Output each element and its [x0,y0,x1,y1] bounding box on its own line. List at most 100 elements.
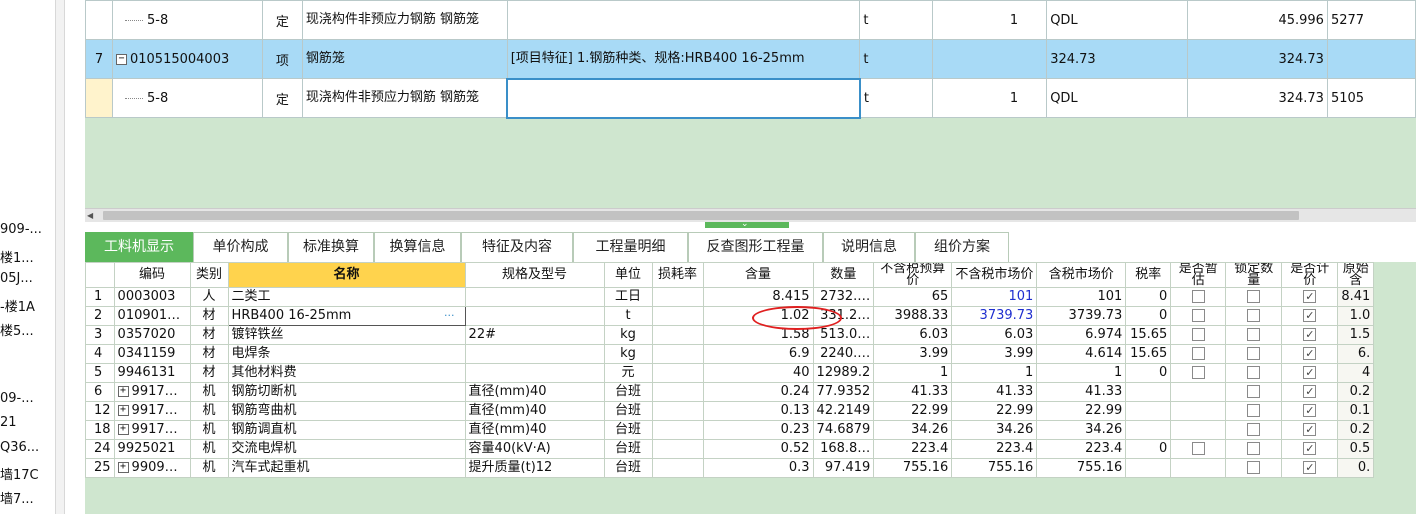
priced-checkbox[interactable]: ✓ [1303,385,1317,398]
resource-market-price[interactable]: 34.26 [951,420,1038,440]
resource-name[interactable]: 钢筋弯曲机 [227,401,466,421]
column-header[interactable] [85,262,115,288]
lock-checkbox[interactable] [1247,385,1261,398]
tab-1[interactable]: 工料机显示 [85,232,193,262]
resource-estimate[interactable] [1170,306,1227,326]
lock-checkbox[interactable] [1247,461,1261,474]
estimate-checkbox[interactable] [1191,290,1205,303]
resource-name[interactable]: 汽车式起重机 [227,458,466,478]
resource-tax-rate[interactable]: 15.65 [1125,344,1172,364]
resource-tax-rate[interactable]: 15.65 [1125,325,1172,345]
item-name[interactable]: 现浇构件非预应力钢筋 钢筋笼 [301,0,508,40]
column-header[interactable]: 是否暂估 [1170,262,1227,288]
resource-estimate[interactable] [1170,363,1227,383]
resource-row[interactable]: 12 +9917… 机钢筋弯曲机 直径(mm)40 台班 0.13 42.2149 22.99… [85,401,1375,421]
lock-checkbox[interactable] [1247,442,1261,455]
resource-priced[interactable]: ✓ [1281,420,1339,440]
resource-market-price[interactable]: 1 [951,363,1038,383]
resource-name[interactable]: 二类工 [227,287,466,307]
tree-item[interactable]: Q36... [0,440,39,455]
priced-checkbox[interactable]: ✓ [1303,404,1317,417]
resource-spec[interactable]: 提升质量(t)12 [464,458,605,478]
column-header[interactable]: 不含税预算价 [873,262,953,288]
resource-spec[interactable]: 直径(mm)40 [464,401,605,421]
column-header[interactable]: 含税市场价 [1036,262,1127,288]
priced-checkbox[interactable]: ✓ [1303,461,1317,474]
resource-name[interactable]: 其他材料费 [227,363,466,383]
resource-spec[interactable] [464,363,605,383]
resource-row[interactable]: 18 +9917… 机钢筋调直机 直径(mm)40 台班 0.23 74.6879 34.26… [85,420,1375,440]
resource-spec[interactable] [464,306,605,326]
priced-checkbox[interactable]: ✓ [1303,366,1317,379]
estimate-checkbox[interactable] [1191,309,1205,322]
panel-splitter[interactable]: ⌄ [85,219,1416,230]
lock-checkbox[interactable] [1247,290,1261,303]
resource-lock[interactable] [1225,306,1283,326]
item-name[interactable]: 钢筋笼 [301,39,508,79]
item-code[interactable]: 5-8 [111,78,263,118]
resource-row[interactable]: 1 0003003 人二类工 工日 8.415 2732.… 65 101 101 0 ✓ 8.41 [85,287,1375,307]
resource-content[interactable]: 0.52 [702,439,814,459]
scroll-left-icon[interactable]: ◀ [87,210,97,221]
column-header[interactable]: 税率 [1125,262,1172,288]
resource-name[interactable]: 电焊条 [227,344,466,364]
resource-priced[interactable]: ✓ [1281,325,1339,345]
item-name[interactable]: 现浇构件非预应力钢筋 钢筋笼 [301,78,508,118]
column-header[interactable]: 损耗率 [651,262,704,288]
scrollbar-thumb[interactable] [103,211,1299,220]
tab-8[interactable]: 说明信息 [823,232,915,262]
tab-4[interactable]: 换算信息 [374,232,461,262]
resource-priced[interactable]: ✓ [1281,382,1339,402]
resource-priced[interactable]: ✓ [1281,458,1339,478]
resource-loss[interactable] [651,439,704,459]
resource-estimate[interactable] [1170,344,1227,364]
resource-name[interactable]: 钢筋调直机 [227,420,466,440]
resource-row[interactable]: 3 0357020 材镀锌铁丝 22# kg 1.58 513.0… 6.03 6.03 6.97… [85,325,1375,345]
resource-market-price[interactable]: 3.99 [951,344,1038,364]
estimate-checkbox[interactable] [1191,328,1205,341]
resource-tax-rate[interactable] [1125,382,1172,402]
column-header[interactable]: 数量 [812,262,875,288]
more-icon[interactable]: ··· [444,308,455,325]
priced-checkbox[interactable]: ✓ [1303,290,1317,303]
item-expression[interactable]: 324.73 [1046,39,1189,79]
resource-market-price[interactable]: 41.33 [951,382,1038,402]
resource-content[interactable]: 1.58 [702,325,814,345]
resource-priced[interactable]: ✓ [1281,401,1339,421]
resource-spec[interactable] [464,344,605,364]
resource-content[interactable]: 0.3 [702,458,814,478]
tree-item[interactable]: 楼5... [0,320,34,339]
column-header[interactable]: 规格及型号 [464,262,605,288]
lock-checkbox[interactable] [1247,328,1261,341]
resource-name[interactable]: 钢筋切断机 [227,382,466,402]
splitter-grip[interactable]: ⌄ [705,219,789,229]
column-header[interactable]: 原始含 [1337,262,1375,288]
resource-loss[interactable] [651,287,704,307]
tab-5[interactable]: 特征及内容 [461,232,573,262]
priced-checkbox[interactable]: ✓ [1303,423,1317,436]
estimate-checkbox[interactable] [1191,442,1205,455]
resource-loss[interactable] [651,306,704,326]
resource-code[interactable]: 9946131 [113,363,191,383]
column-header[interactable]: 编码 [113,262,191,288]
left-tree-panel[interactable]: 909-... 楼1... 05J... -楼1A 楼5... 09-... 21 Q36..… [0,0,55,514]
resource-market-price[interactable]: 22.99 [951,401,1038,421]
resource-tax-rate[interactable]: 0 [1125,363,1172,383]
lock-checkbox[interactable] [1247,404,1261,417]
resource-lock[interactable] [1225,382,1283,402]
resource-row[interactable]: 25 +9909… 机汽车式起重机 提升质量(t)12 台班 0.3 97.419 755.1… [85,458,1375,478]
lock-checkbox[interactable] [1247,366,1261,379]
resource-loss[interactable] [651,458,704,478]
item-expression[interactable]: QDL [1046,0,1189,40]
item-expression[interactable]: QDL [1046,78,1189,118]
resource-content[interactable]: 0.24 [702,382,814,402]
resource-spec[interactable]: 容量40(kV·A) [464,439,605,459]
resource-market-price[interactable]: 223.4 [951,439,1038,459]
resource-estimate[interactable] [1170,420,1227,440]
item-feature[interactable]: [项目特征] 1.钢筋种类、规格:HRB400 16-25mm [506,39,861,79]
resource-lock[interactable] [1225,439,1283,459]
tree-item[interactable]: 05J... [0,271,33,286]
column-header[interactable]: 名称 [227,262,466,288]
estimate-checkbox[interactable] [1191,366,1205,379]
resource-code[interactable]: +9917… [113,382,191,402]
